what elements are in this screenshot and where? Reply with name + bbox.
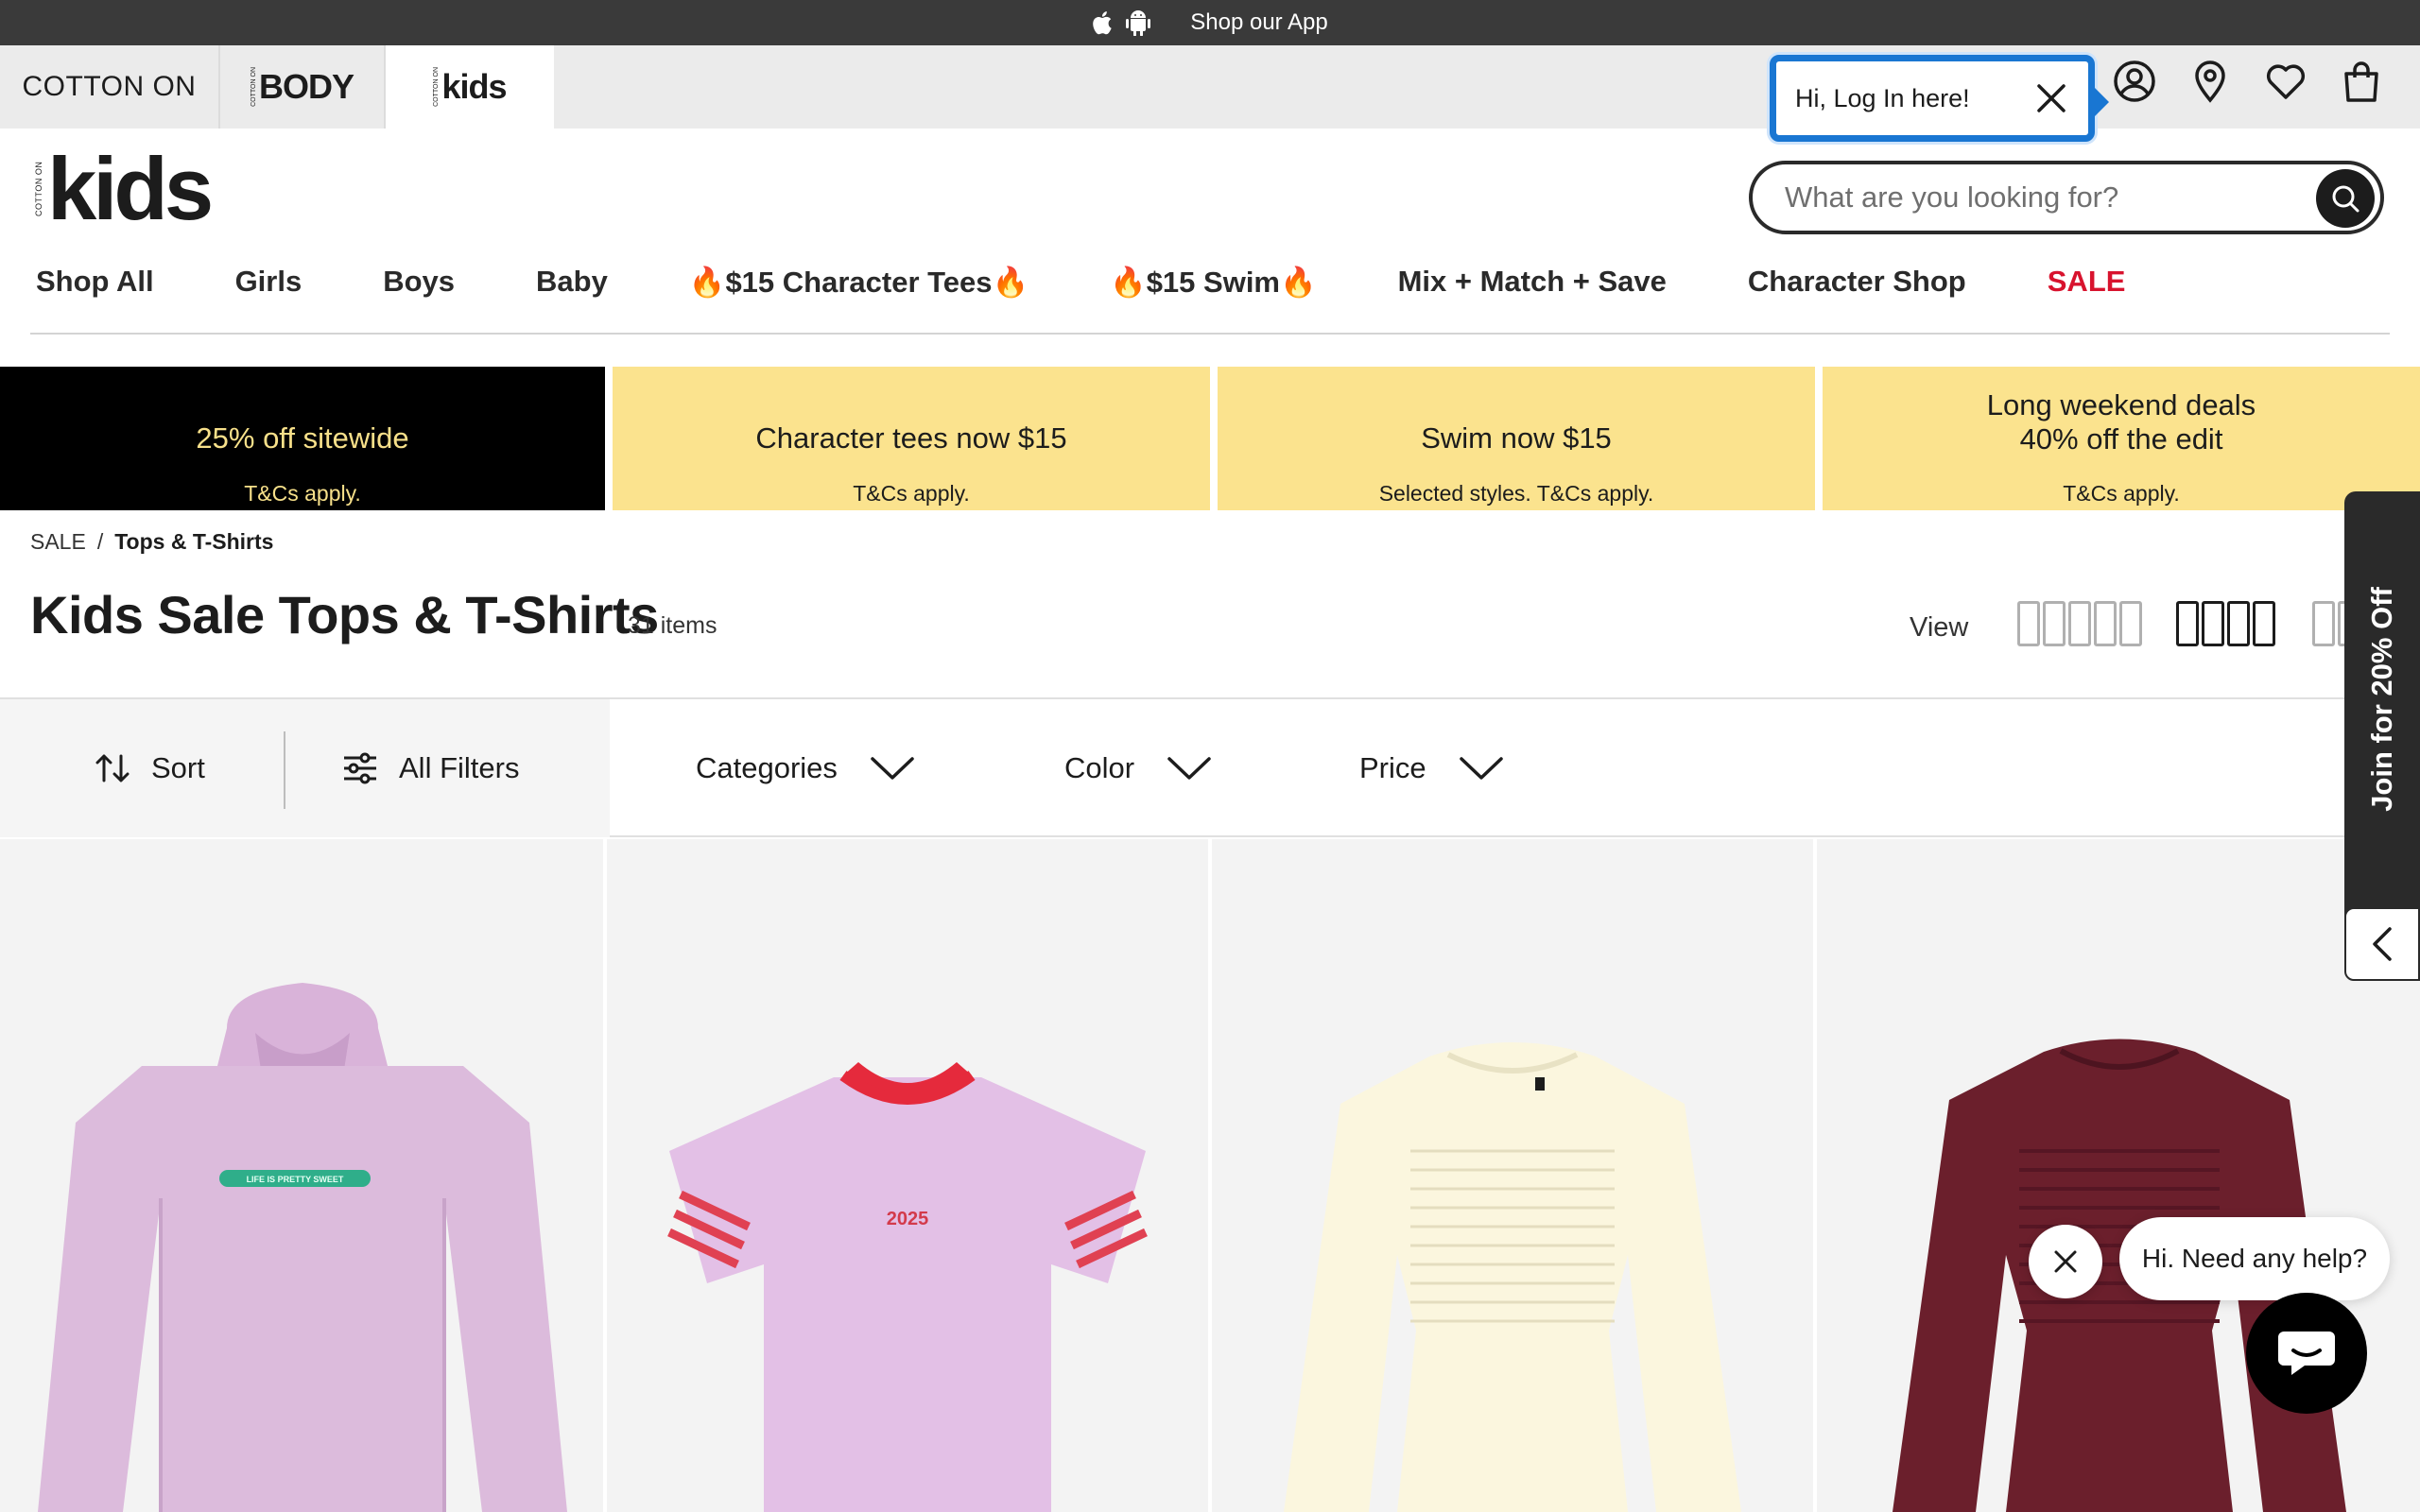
brand-tab-cotton-on[interactable]: COTTON ON [0,45,220,129]
product-card[interactable] [1817,839,2420,1512]
product-grid: LIFE IS PRETTY SWEET 2025 [0,839,2420,1512]
promo-banner-sitewide[interactable]: 25% off sitewide T&Cs apply. [0,367,605,510]
join-discount-label: Join for 20% Off [2365,587,2399,812]
item-count: 31 items [628,612,717,639]
nav-item-shop-all[interactable]: Shop All [36,265,154,299]
search-icon [2332,185,2360,213]
categories-dropdown[interactable]: Categories [696,699,915,837]
app-bar-label: Shop our App [1190,9,1328,35]
site-logo[interactable]: COTTON ON kids [34,145,214,233]
nav-item-swim[interactable]: 🔥$15 Swim🔥 [1110,265,1317,300]
chat-dismiss-button[interactable] [2029,1225,2102,1298]
product-card[interactable]: LIFE IS PRETTY SWEET [0,839,603,1512]
chevron-left-icon [2373,927,2392,961]
color-dropdown[interactable]: Color [1064,699,1212,837]
product-image-cream-top [1284,1042,1741,1512]
nav-item-character-tees[interactable]: 🔥$15 Character Tees🔥 [689,265,1028,300]
sort-button[interactable]: Sort [95,699,205,837]
store-locator-icon[interactable] [2187,59,2233,104]
tee-print-text: 2025 [887,1209,929,1229]
search-input[interactable] [1785,180,2295,215]
shopping-bag-icon[interactable] [2339,59,2384,104]
chevron-down-icon [1167,757,1211,780]
close-icon[interactable] [2035,82,2067,114]
product-image-pink-hoodie: LIFE IS PRETTY SWEET [38,983,567,1512]
all-filters-button[interactable]: All Filters [342,699,519,837]
chevron-down-icon [1459,757,1503,780]
breadcrumb-current: Tops & T-Shirts [114,529,274,554]
product-card[interactable] [1212,839,1813,1512]
search-button[interactable] [2316,169,2375,228]
product-image-pink-tee: 2025 [667,1062,1148,1512]
nav-item-mix-match[interactable]: Mix + Match + Save [1398,265,1667,299]
hoodie-print-text: LIFE IS PRETTY SWEET [247,1175,344,1184]
account-icon[interactable] [2112,59,2157,104]
collapse-tab-button[interactable] [2344,907,2420,981]
chat-icon [2278,1332,2335,1375]
login-popover-text: Hi, Log In here! [1795,83,1970,112]
breadcrumb-sale[interactable]: SALE [30,529,86,555]
android-icon [1126,9,1151,36]
breadcrumb-separator: / [96,529,104,554]
sort-icon [95,754,130,782]
app-download-bar[interactable]: Shop our App [0,0,2420,45]
promo-banner-swim[interactable]: Swim now $15 Selected styles. T&Cs apply… [1218,367,1815,510]
product-image-burgundy-top [1893,1039,2346,1512]
page-title: Kids Sale Tops & T-Shirts [30,585,659,644]
promo-banner-character-tees[interactable]: Character tees now $15 T&Cs apply. [613,367,1210,510]
view-five-columns[interactable] [2017,601,2142,646]
view-label: View [1910,612,1969,643]
wishlist-heart-icon[interactable] [2263,59,2308,104]
header-icons [2112,59,2384,104]
brand-tab-body[interactable]: COTTON ON BODY [220,45,386,129]
login-popover[interactable]: Hi, Log In here! [1770,55,2109,142]
nav-item-sale[interactable]: SALE [2048,265,2126,299]
chevron-down-icon [871,757,914,780]
promo-banner-long-weekend[interactable]: Long weekend deals 40% off the edit T&Cs… [1823,367,2420,510]
chat-greeting-bubble[interactable]: Hi. Need any help? [2119,1217,2390,1300]
price-dropdown[interactable]: Price [1359,699,1504,837]
brand-tab-kids[interactable]: COTTON ON kids [386,45,554,129]
filter-bar: Sort All Filters Categories Color Price [0,697,2420,837]
apple-icon [1092,10,1113,35]
nav-divider [30,333,2390,335]
breadcrumb: SALE / Tops & T-Shirts [30,529,273,555]
sliders-icon [344,752,376,784]
nav-item-baby[interactable]: Baby [536,265,608,299]
search-bar [1749,161,2384,234]
nav-item-girls[interactable]: Girls [235,265,302,299]
close-icon [2054,1250,2077,1273]
product-card[interactable]: 2025 [607,839,1208,1512]
nav-item-character-shop[interactable]: Character Shop [1748,265,1966,299]
view-four-columns[interactable] [2176,601,2275,646]
main-nav: Shop All Girls Boys Baby 🔥$15 Character … [0,253,2390,310]
join-discount-tab[interactable]: Join for 20% Off [2344,491,2420,981]
chat-launcher-button[interactable] [2246,1293,2367,1414]
nav-item-boys[interactable]: Boys [383,265,455,299]
